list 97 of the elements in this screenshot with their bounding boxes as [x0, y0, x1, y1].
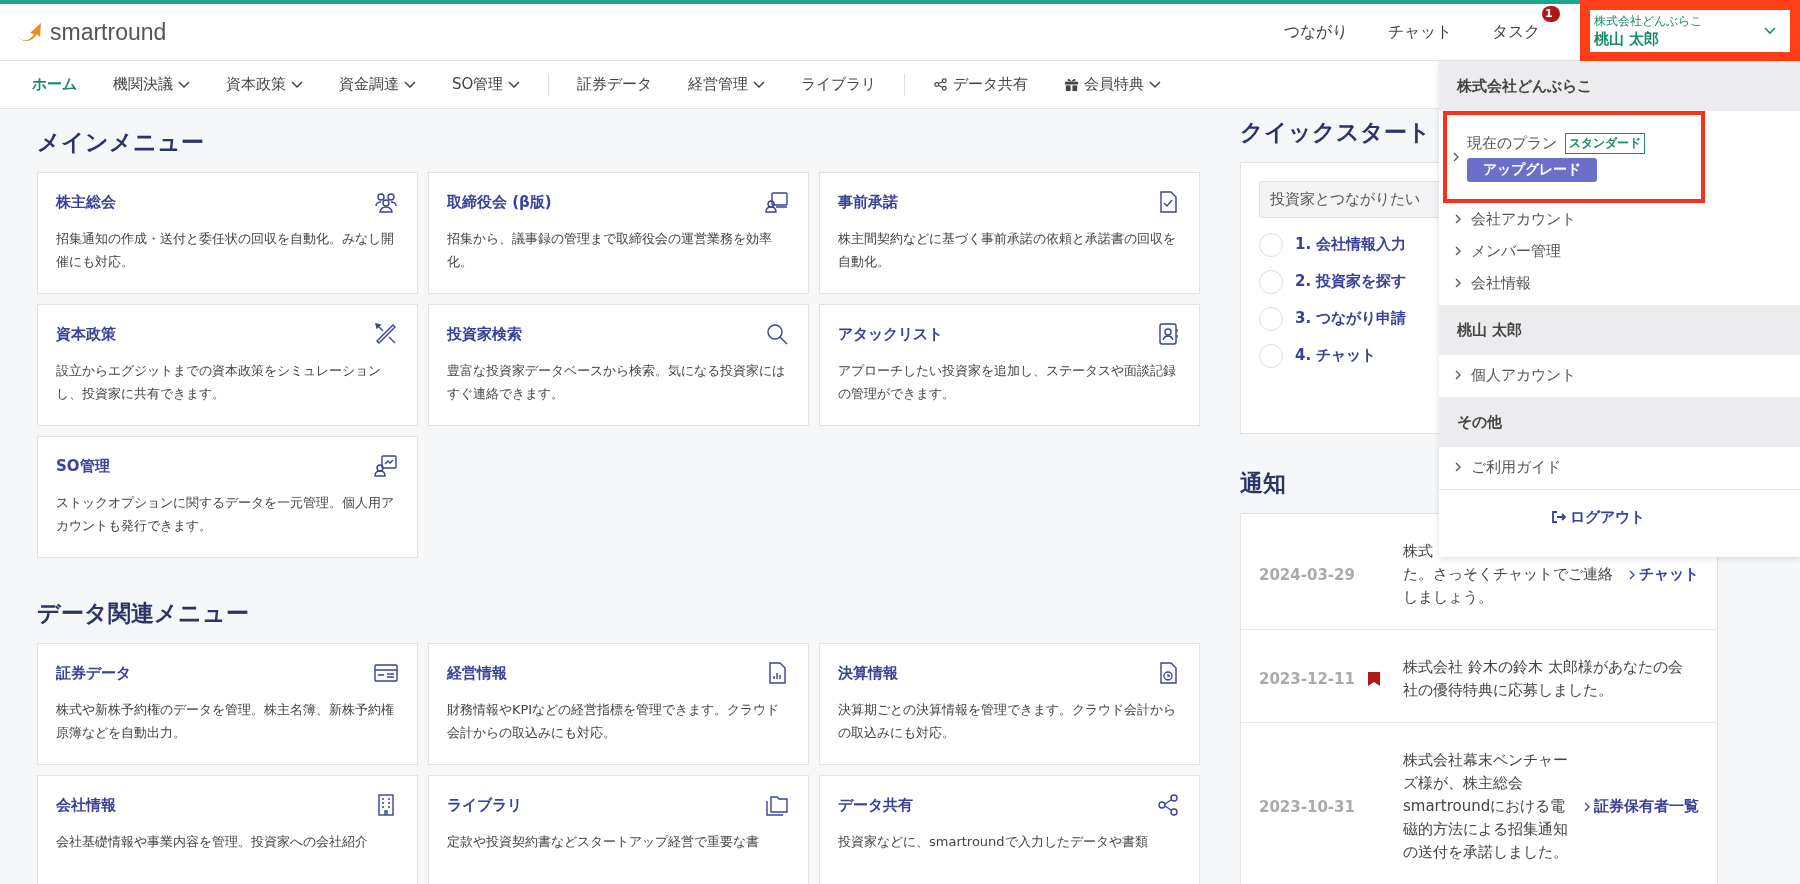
card-description: 会社基礎情報や事業内容を管理。投資家への会社紹介 [56, 833, 369, 851]
step-link[interactable]: 1. 会社情報入力 [1295, 235, 1407, 254]
logout-link[interactable]: ログアウト [1551, 507, 1645, 527]
card-description: 投資家などに、smartroundで入力したデータや書類 [838, 833, 1149, 851]
menu-item[interactable]: メンバー管理 [1439, 235, 1800, 267]
card-title: ライブラリ [447, 795, 522, 815]
notification-date: 2023-12-11 [1259, 670, 1356, 688]
section-title: 通知 [1240, 469, 1286, 498]
step-link[interactable]: 2. 投資家を探す [1295, 272, 1407, 291]
presentation-icon [764, 189, 790, 215]
menu-item[interactable]: 会社情報 [1439, 267, 1800, 299]
plan-label: 現在のプラン [1467, 133, 1557, 153]
share-icon [933, 77, 949, 92]
step-link[interactable]: 3. つながり申請 [1295, 309, 1407, 328]
header-link[interactable]: つながり [1284, 21, 1348, 43]
card-description: 財務情報やKPIなどの経営指標を管理できます。クラウド会計からの取込みにも対応。 [447, 701, 781, 743]
card-description: 株式や新株予約権のデータを管理。株主名簿、新株予約権原簿などを自動出力。 [56, 701, 395, 743]
menu-card[interactable]: 決算情報 決算期ごとの決算情報を管理できます。クラウド会計からの取込みにも対応。 [819, 643, 1200, 765]
upgrade-button[interactable]: アップグレード [1467, 157, 1597, 182]
notification-text: 株式会社 鈴木の鈴木 太郎様があなたの会 社の優待特典に応募しました。 [1403, 657, 1684, 701]
chevron-icon [1455, 246, 1461, 256]
chevron-icon [1455, 278, 1461, 288]
section-title: クイックスタート [1240, 118, 1431, 147]
chart-presentation-icon [373, 453, 399, 479]
menu-heading: 株式会社どんぶらこ [1439, 61, 1800, 111]
menu-item[interactable]: ご利用ガイド [1439, 451, 1800, 483]
share-icon [1155, 792, 1181, 818]
nav-tab[interactable]: ライブラリ [801, 75, 877, 94]
nav-tab[interactable]: 会員特典 [1064, 75, 1162, 94]
chevron-icon [1455, 370, 1461, 380]
nav-tab[interactable]: データ共有 [933, 75, 1029, 94]
chevron-icon [1455, 462, 1461, 472]
card-title: 会社情報 [56, 795, 116, 815]
notification-date: 2023-10-31 [1259, 797, 1356, 816]
menu-card[interactable]: アタックリスト アプローチしたい投資家を追加し、ステータスや面談記録の管理ができます。 [819, 304, 1200, 426]
notification-date: 2024-03-29 [1259, 565, 1356, 584]
card-description: アプローチしたい投資家を追加し、ステータスや面談記録の管理ができます。 [838, 362, 1177, 404]
menu-card[interactable]: 取締役会 (β版) 招集から、議事録の管理まで取締役会の運営業務を効率化。 [428, 172, 809, 294]
header-link[interactable]: チャット [1388, 21, 1452, 43]
card-title: 取締役会 (β版) [447, 192, 552, 212]
menu-card[interactable]: 証券データ 株式や新株予約権のデータを管理。株主名簿、新株予約権原簿などを自動出力。 [37, 643, 418, 765]
chevron-icon [1455, 214, 1461, 224]
menu-card[interactable]: 会社情報 会社基礎情報や事業内容を管理。投資家への会社紹介 [37, 775, 418, 884]
count-badge: 1 [1542, 5, 1560, 22]
card-title: データ共有 [838, 795, 913, 815]
menu-item[interactable]: 個人アカウント [1439, 359, 1800, 391]
menu-card[interactable]: SO管理 ストックオプションに関するデータを一元管理。個人用アカウントも発行できます。 [37, 436, 418, 558]
nav-tab[interactable]: 機関決議 [113, 75, 190, 94]
plan-tag: スタンダード [1565, 132, 1645, 154]
card-description: 決算期ごとの決算情報を管理できます。クラウド会計からの取込みにも対応。 [838, 701, 1177, 743]
card-title: 投資家検索 [447, 324, 522, 344]
card-description: 豊富な投資家データベースから検索。気になる投資家にはすぐ連絡できます。 [447, 362, 786, 404]
search-icon [764, 321, 790, 347]
menu-card[interactable]: 資本政策 設立からエグジットまでの資本政策をシミュレーションし、投資家に共有できます。 [37, 304, 418, 426]
step-link[interactable]: 4. チャット [1295, 346, 1377, 365]
card-title: 事前承諾 [838, 192, 898, 212]
menu-heading: 桃山 太郎 [1439, 305, 1800, 355]
card-description: ストックオプションに関するデータを一元管理。個人用アカウントも発行できます。 [56, 494, 395, 536]
chevron-icon [1584, 801, 1590, 812]
notification-text: 株式会社幕末ベンチャー ズ様が、株主総会 smartroundにおける電 磁的方法による招集通知 の送付を承諾しました。 [1403, 750, 1569, 863]
menu-card[interactable]: ライブラリ 定款や投資契約書などスタートアップ経営で重要な書 [428, 775, 809, 884]
menu-heading: その他 [1439, 397, 1800, 447]
card-description: 招集から、議事録の管理まで取締役会の運営業務を効率化。 [447, 230, 773, 272]
card-title: SO管理 [56, 456, 110, 476]
gift-icon [1064, 77, 1080, 92]
nav-tab[interactable]: 経営管理 [688, 75, 766, 94]
chevron-icon [1453, 152, 1459, 162]
nav-tab[interactable]: SO管理 [452, 75, 521, 94]
menu-card[interactable]: 事前承諾 株主間契約などに基づく事前承諾の依頼と承諾書の回収を自動化。 [819, 172, 1200, 294]
nav-tab[interactable]: 証券データ [577, 75, 653, 94]
menu-card[interactable]: 経営情報 財務情報やKPIなどの経営指標を管理できます。クラウド会計からの取込みにも対応。 [428, 643, 809, 765]
nav-tab[interactable]: ホーム [32, 75, 77, 94]
card-title: アタックリスト [838, 324, 943, 344]
nav-tab[interactable]: 資金調達 [339, 75, 416, 94]
card-title: 証券データ [56, 663, 131, 683]
card-description: 設立からエグジットまでの資本政策をシミュレーションし、投資家に共有できます。 [56, 362, 382, 404]
notification-link[interactable]: 証券保有者一覧 [1584, 797, 1699, 816]
logout-icon [1551, 510, 1567, 524]
menu-item[interactable]: 会社アカウント [1439, 203, 1800, 235]
chevron-icon [1629, 569, 1635, 580]
nav-tab[interactable]: 資本政策 [226, 75, 303, 94]
menu-card[interactable]: 株主総会 招集通知の作成・送付と委任状の回収を自動化。みなし開催にも対応。 [37, 172, 418, 294]
card-title: 経営情報 [447, 663, 507, 683]
logo-text[interactable]: smartround [50, 18, 167, 46]
card-title: 株主総会 [56, 192, 116, 212]
card-title: 決算情報 [838, 663, 898, 683]
notification-link[interactable]: チャット [1629, 565, 1699, 584]
notification-text: 株式 た。さっそくチャットでご連絡 しましょう。 [1403, 541, 1614, 608]
card-title: 資本政策 [56, 324, 116, 344]
menu-card[interactable]: 投資家検索 豊富な投資家データベースから検索。気になる投資家にはすぐ連絡できます。 [428, 304, 809, 426]
card-description: 招集通知の作成・送付と委任状の回収を自動化。みなし開催にも対応。 [56, 230, 395, 272]
section-title: メインメニュー [37, 128, 205, 157]
header-link[interactable]: タスク [1492, 21, 1540, 43]
card-description: 定款や投資契約書などスタートアップ経営で重要な書 [447, 833, 760, 851]
section-title: データ関連メニュー [37, 599, 250, 628]
card-description: 株主間契約などに基づく事前承諾の依頼と承諾書の回収を自動化。 [838, 230, 1177, 272]
menu-card[interactable]: データ共有 投資家などに、smartroundで入力したデータや書類 [819, 775, 1200, 884]
